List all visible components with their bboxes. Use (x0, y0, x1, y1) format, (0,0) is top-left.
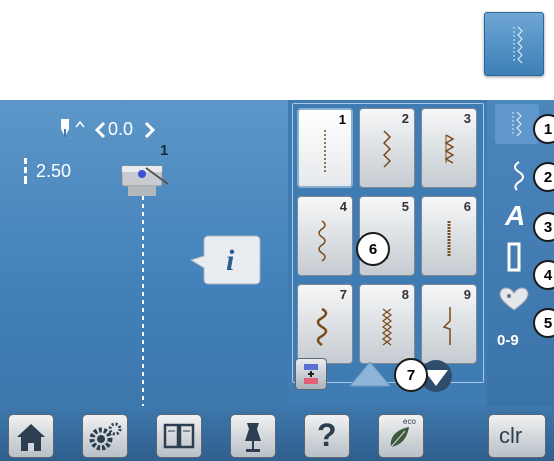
eco-button[interactable]: eco (378, 414, 424, 458)
clear-button[interactable]: clr (488, 414, 546, 458)
practical-stitches-tab[interactable] (495, 104, 539, 144)
leaf-icon (390, 427, 409, 448)
stitch-length-value[interactable]: 2.50 (36, 161, 71, 182)
book-icon (163, 423, 195, 449)
balance-button[interactable] (295, 358, 327, 390)
needle-position-value: 0.0 (108, 119, 134, 139)
zigzag-stitch-icon (382, 130, 392, 168)
digits-label[interactable]: 0-9 (497, 332, 519, 349)
stitch-cell[interactable]: 7 (297, 284, 353, 364)
sewing-consultant-button[interactable] (230, 414, 276, 458)
stitch-cell[interactable]: 1 (297, 108, 353, 188)
info-button[interactable]: i (190, 232, 262, 290)
chevron-left-icon[interactable] (94, 121, 106, 139)
home-icon (17, 424, 45, 451)
straight-stitch-pattern-button[interactable] (484, 12, 544, 76)
needle-stitch-line (142, 196, 144, 406)
help-icon: ? (317, 417, 337, 453)
callout-marker: 7 (394, 358, 428, 392)
scroll-up-button[interactable] (346, 356, 394, 392)
triple-straight-stitch-icon (447, 221, 451, 257)
practical-stitches-icon (512, 111, 522, 137)
running-stitch-icon (318, 220, 326, 262)
stitch-cell[interactable]: 9 (421, 284, 477, 364)
help-button[interactable]: ? (304, 414, 350, 458)
alphabets-icon[interactable]: A (505, 200, 525, 232)
buttonholes-icon[interactable] (501, 240, 531, 276)
vari-overlock-stitch-icon (444, 134, 455, 164)
tutorial-button[interactable] (156, 414, 202, 458)
stitch-cell[interactable]: 2 (359, 108, 415, 188)
stitch-settings-panel: 0.0 2.50 1 i (0, 100, 288, 406)
honeycomb-stitch-icon (382, 308, 392, 346)
setup-button[interactable] (82, 414, 128, 458)
stitch-cell[interactable]: 4 (297, 196, 353, 276)
gear-icon (89, 422, 122, 451)
bottom-navigation-bar: ? eco clr (0, 406, 554, 461)
clr-label: clr (499, 423, 523, 448)
stitch-length-icon (24, 158, 27, 184)
straight-stitch-pattern-icon (513, 26, 523, 64)
blind-stitch-icon (442, 307, 451, 345)
needle-position-icon (61, 119, 85, 137)
dress-form-icon (245, 423, 261, 452)
sewing-screen: 0.0 2.50 1 i 1 2 3 4 5 6 7 8 9 A 0-9 1 2… (0, 100, 554, 461)
personal-program-heart-icon[interactable] (497, 286, 531, 314)
stitch-cell[interactable]: 3 (421, 108, 477, 188)
needle-position-control[interactable]: 0.0 (94, 118, 170, 142)
info-icon: i (226, 244, 235, 277)
straight-stitch-icon (324, 130, 326, 172)
balance-icon (304, 364, 318, 384)
stitch-category-menu: A 0-9 (487, 100, 554, 406)
callout-marker: 6 (356, 232, 390, 266)
presser-foot-icon[interactable] (116, 156, 176, 200)
chevron-right-icon[interactable] (144, 121, 156, 139)
stitch-cell[interactable]: 6 (421, 196, 477, 276)
stitch-cell[interactable]: 8 (359, 284, 415, 364)
triple-zigzag-stitch-icon (316, 307, 328, 347)
home-button[interactable] (8, 414, 54, 458)
eco-label: eco (403, 417, 416, 426)
presser-foot-number: 1 (160, 142, 169, 159)
